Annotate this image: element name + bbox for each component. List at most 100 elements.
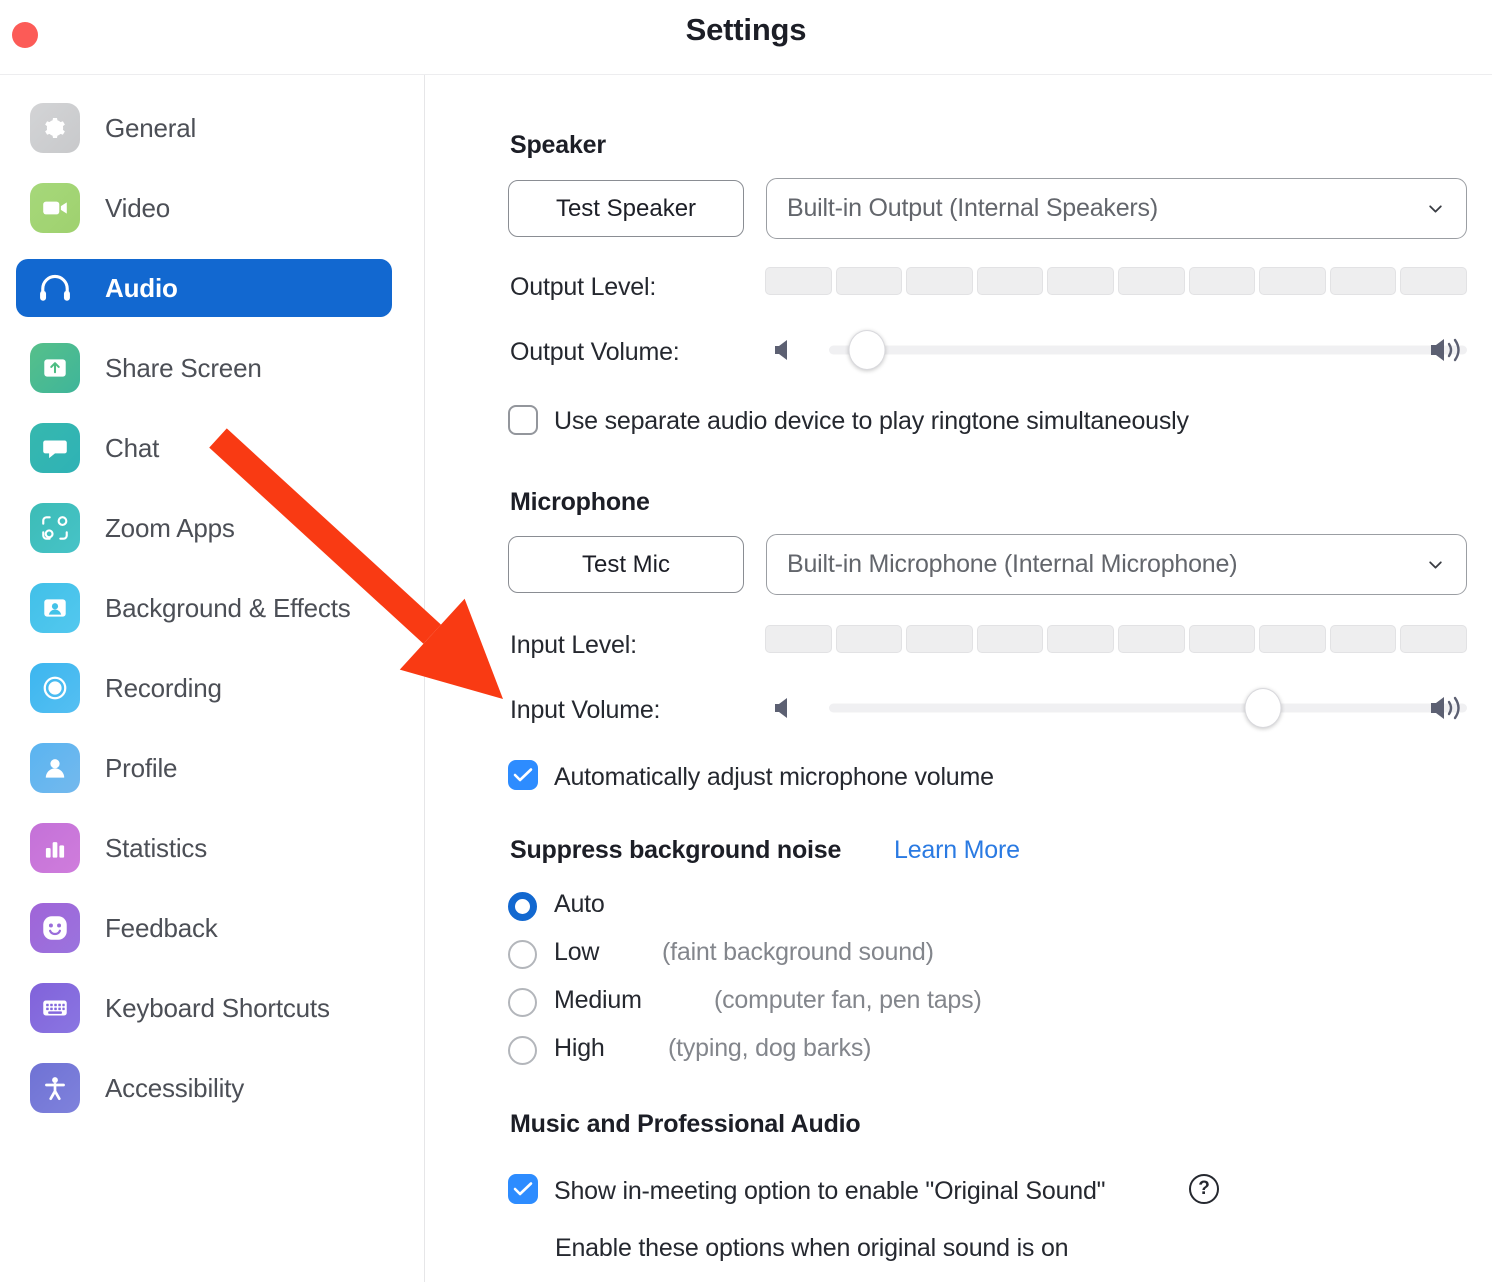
level-segment: [1329, 267, 1397, 295]
level-segment: [1117, 625, 1185, 653]
noise-radio-label: Low: [554, 938, 600, 966]
sidebar-item-label: General: [105, 112, 197, 143]
input-volume-slider[interactable]: [773, 688, 1467, 728]
sidebar-item-label: Share Screen: [105, 352, 262, 383]
sidebar-item-background-effects[interactable]: Background & Effects: [16, 579, 392, 637]
level-segment: [835, 267, 903, 295]
output-level-label: Output Level:: [510, 273, 657, 301]
chevron-down-icon: [1429, 204, 1442, 213]
level-segment: [1188, 625, 1256, 653]
title-bar: Settings: [0, 0, 1492, 74]
sidebar-item-recording[interactable]: Recording: [16, 659, 392, 717]
input-level-label: Input Level:: [510, 631, 637, 659]
noise-radio-hint: (typing, dog barks): [668, 1034, 872, 1062]
sidebar-item-zoom-apps[interactable]: Zoom Apps: [16, 499, 392, 557]
question-mark-icon[interactable]: ?: [1189, 1174, 1219, 1204]
level-segment: [835, 625, 903, 653]
music-audio-heading: Music and Professional Audio: [510, 1110, 861, 1138]
page-title: Settings: [685, 12, 807, 47]
sidebar-item-label: Profile: [105, 752, 178, 783]
gear-icon: [30, 103, 80, 153]
bar-chart-icon: [30, 823, 80, 873]
sidebar-item-label: Accessibility: [105, 1072, 244, 1103]
sidebar-item-keyboard-shortcuts[interactable]: Keyboard Shortcuts: [16, 979, 392, 1037]
sidebar-item-label: Audio: [105, 272, 178, 303]
record-circle-icon: [30, 663, 80, 713]
output-volume-thumb[interactable]: [848, 330, 886, 370]
level-segment: [765, 625, 832, 653]
output-volume-slider[interactable]: [773, 330, 1467, 370]
sidebar-item-statistics[interactable]: Statistics: [16, 819, 392, 877]
auto-adjust-checkbox[interactable]: [508, 760, 538, 790]
original-sound-note: Enable these options when original sound…: [555, 1234, 1069, 1262]
sidebar-item-label: Statistics: [105, 832, 208, 863]
original-sound-checkbox[interactable]: [508, 1174, 538, 1204]
test-mic-button[interactable]: Test Mic: [508, 536, 744, 593]
sidebar-item-share-screen[interactable]: Share Screen: [16, 339, 392, 397]
noise-radio-auto[interactable]: [508, 892, 537, 921]
speaker-device-select[interactable]: Built-in Output (Internal Speakers): [766, 178, 1467, 239]
person-icon: [30, 743, 80, 793]
sidebar-item-label: Chat: [105, 432, 160, 463]
input-volume-thumb[interactable]: [1244, 688, 1282, 728]
video-camera-icon: [30, 183, 80, 233]
noise-radio-medium[interactable]: [508, 988, 537, 1017]
level-segment: [1400, 267, 1467, 295]
speaker-loud-icon: [1431, 338, 1460, 362]
sidebar-item-label: Feedback: [105, 912, 218, 943]
level-segment: [906, 625, 973, 653]
sidebar-item-video[interactable]: Video: [16, 179, 392, 237]
level-segment: [765, 267, 832, 295]
sidebar-item-label: Background & Effects: [105, 592, 351, 623]
input-volume-track[interactable]: [829, 703, 1467, 713]
input-volume-label: Input Volume:: [510, 696, 661, 724]
microphone-device-select[interactable]: Built-in Microphone (Internal Microphone…: [766, 534, 1467, 595]
sidebar-item-profile[interactable]: Profile: [16, 739, 392, 797]
microphone-device-value: Built-in Microphone (Internal Microphone…: [787, 550, 1238, 578]
noise-radio-label: Medium: [554, 986, 642, 1014]
keyboard-icon: [30, 983, 80, 1033]
noise-radio-hint: (faint background sound): [662, 938, 934, 966]
level-segment: [1329, 625, 1397, 653]
noise-radio-low[interactable]: [508, 940, 537, 969]
suppress-noise-heading: Suppress background noise: [510, 836, 842, 864]
level-segment: [1259, 267, 1326, 295]
level-segment: [1188, 267, 1256, 295]
learn-more-link[interactable]: Learn More: [894, 836, 1020, 865]
sidebar-item-general[interactable]: General: [16, 99, 392, 157]
auto-adjust-checkbox-label: Automatically adjust microphone volume: [554, 763, 994, 791]
ringtone-checkbox-label: Use separate audio device to play ringto…: [554, 407, 1189, 435]
ringtone-checkbox[interactable]: [508, 405, 538, 435]
speaker-device-value: Built-in Output (Internal Speakers): [787, 194, 1158, 222]
background-effects-icon: [30, 583, 80, 633]
noise-radio-high[interactable]: [508, 1036, 537, 1065]
chat-bubble-icon: [30, 423, 80, 473]
original-sound-checkbox-label: Show in-meeting option to enable "Origin…: [554, 1177, 1106, 1205]
share-screen-icon: [30, 343, 80, 393]
smiley-face-icon: [30, 903, 80, 953]
sidebar-item-audio[interactable]: Audio: [16, 259, 392, 317]
settings-window: Settings General Video Audio Share Screen Ch…: [0, 0, 1492, 1282]
level-segment: [1259, 625, 1326, 653]
output-volume-track[interactable]: [829, 345, 1467, 355]
chevron-down-icon: [1429, 560, 1442, 569]
sidebar-item-label: Video: [105, 192, 171, 223]
sidebar-item-chat[interactable]: Chat: [16, 419, 392, 477]
output-volume-label: Output Volume:: [510, 338, 680, 366]
settings-sidebar: General Video Audio Share Screen Chat Zoom Ap…: [0, 75, 424, 1282]
level-segment: [1047, 625, 1114, 653]
sidebar-item-feedback[interactable]: Feedback: [16, 899, 392, 957]
checkmark-icon: [513, 768, 533, 782]
level-segment: [1047, 267, 1114, 295]
output-level-meter: [765, 267, 1467, 295]
level-segment: [976, 267, 1044, 295]
sidebar-item-label: Keyboard Shortcuts: [105, 992, 330, 1023]
sidebar-item-accessibility[interactable]: Accessibility: [16, 1059, 392, 1117]
sidebar-item-label: Recording: [105, 672, 222, 703]
test-speaker-button[interactable]: Test Speaker: [508, 180, 744, 237]
speaker-loud-icon: [1431, 696, 1460, 720]
level-segment: [1400, 625, 1467, 653]
noise-radio-hint: (computer fan, pen taps): [714, 986, 982, 1014]
level-segment: [906, 267, 973, 295]
speaker-heading: Speaker: [510, 131, 606, 159]
